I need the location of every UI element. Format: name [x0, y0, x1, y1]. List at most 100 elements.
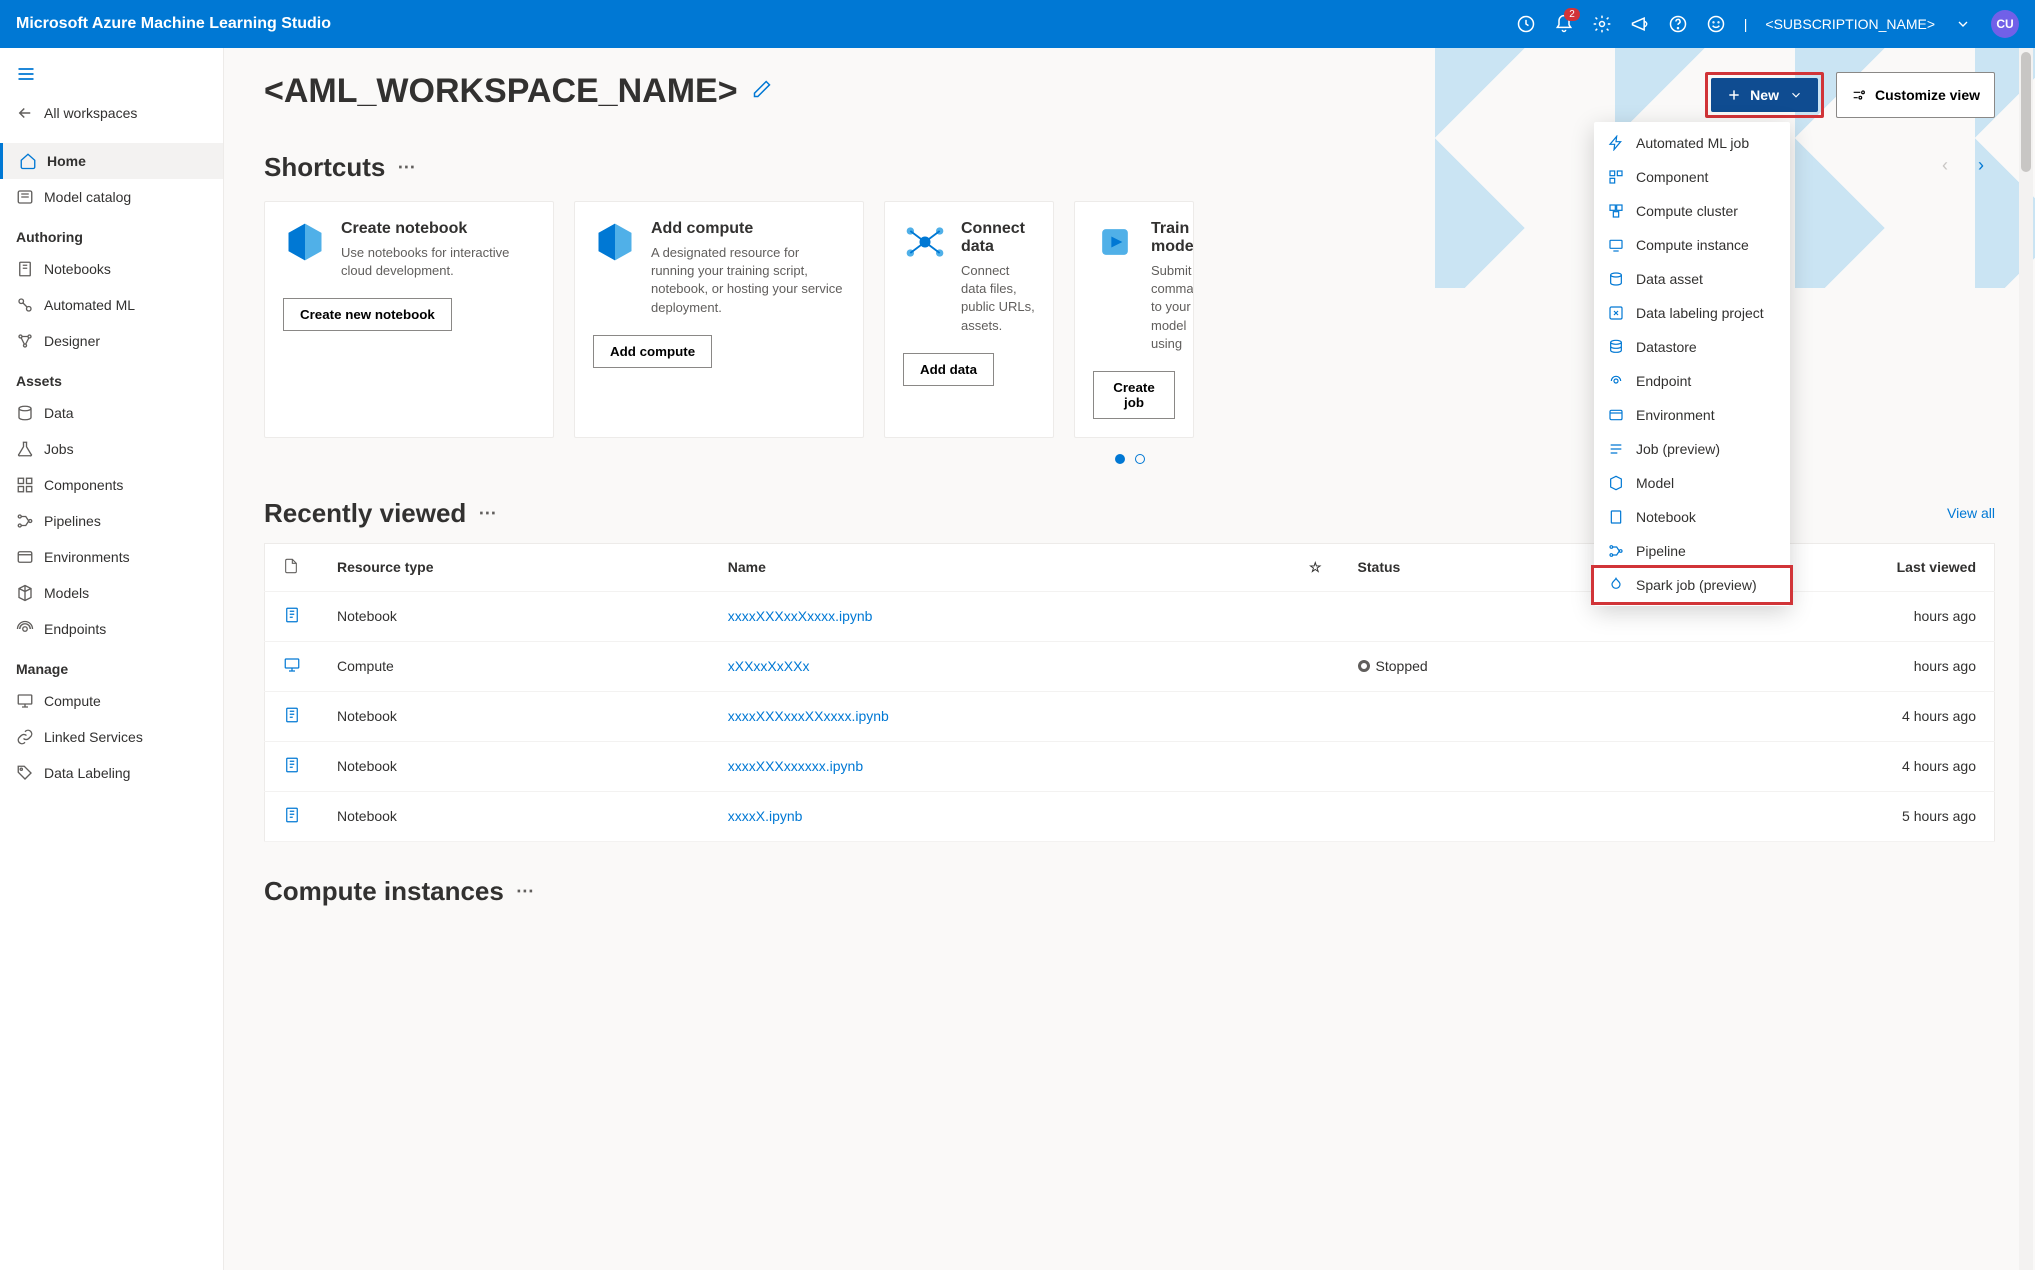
customize-view-button[interactable]: Customize view [1836, 72, 1995, 118]
dd-environment[interactable]: Environment [1594, 398, 1790, 432]
dd-compute-cluster[interactable]: Compute cluster [1594, 194, 1790, 228]
data-icon [1608, 271, 1626, 287]
card-desc: Connect data files, public URLs, assets. [961, 262, 1035, 335]
sidebar-linked-services[interactable]: Linked Services [0, 719, 223, 755]
avatar[interactable]: CU [1991, 10, 2019, 38]
data-icon [16, 404, 34, 422]
smile-icon[interactable] [1706, 14, 1726, 34]
sidebar-components[interactable]: Components [0, 467, 223, 503]
notification-badge: 2 [1564, 8, 1580, 21]
sidebar-compute[interactable]: Compute [0, 683, 223, 719]
resource-link[interactable]: xxxxXXXxxxXXxxxx.ipynb [728, 708, 889, 724]
stopped-icon [1358, 660, 1370, 672]
dd-pipeline[interactable]: Pipeline [1594, 534, 1790, 568]
customize-label: Customize view [1875, 87, 1980, 103]
sidebar-endpoints[interactable]: Endpoints [0, 611, 223, 647]
dd-model[interactable]: Model [1594, 466, 1790, 500]
resource-link[interactable]: xxxxX.ipynb [728, 808, 803, 824]
automl-icon [16, 296, 34, 314]
sidebar-designer[interactable]: Designer [0, 323, 223, 359]
view-all-link[interactable]: View all [1947, 505, 1995, 521]
bell-icon[interactable]: 2 [1554, 14, 1574, 34]
cell-status [1340, 791, 1653, 841]
dd-data-asset[interactable]: Data asset [1594, 262, 1790, 296]
pipeline-icon [16, 512, 34, 530]
sidebar-automated-ml[interactable]: Automated ML [0, 287, 223, 323]
sidebar-data[interactable]: Data [0, 395, 223, 431]
dd-component[interactable]: Component [1594, 160, 1790, 194]
sidebar-model-catalog[interactable]: Model catalog [0, 179, 223, 215]
table-row[interactable]: NotebookxxxxXXXxxxxxx.ipynb4 hours ago [265, 741, 1995, 791]
cards-prev[interactable]: ‹ [1931, 151, 1959, 179]
table-row[interactable]: Notebook xxxxXXXxxxXXxxxx.ipynb 4 hours ag… [265, 691, 1995, 741]
card-add-compute: Add computeA designated resource for run… [574, 201, 864, 438]
cell-type: Notebook [319, 691, 710, 741]
scrollbar-thumb[interactable] [2021, 52, 2031, 172]
clock-icon[interactable] [1516, 14, 1536, 34]
sidebar-item-label: Endpoints [44, 621, 106, 637]
table-row[interactable]: NotebookxxxxX.ipynb5 hours ago [265, 791, 1995, 841]
subscription-name[interactable]: <SUBSCRIPTION_NAME> [1765, 16, 1935, 32]
dd-datastore[interactable]: Datastore [1594, 330, 1790, 364]
dd-endpoint[interactable]: Endpoint [1594, 364, 1790, 398]
pipeline-icon [1608, 543, 1626, 559]
sidebar-environments[interactable]: Environments [0, 539, 223, 575]
table-row[interactable]: ComputexXXxxXxXXxStoppedhours ago [265, 641, 1995, 691]
add-compute-button[interactable]: Add compute [593, 335, 712, 368]
card-create-notebook: Create notebookUse notebooks for interac… [264, 201, 554, 438]
dd-automated-ml-job[interactable]: Automated ML job [1594, 126, 1790, 160]
new-button[interactable]: New [1711, 78, 1818, 112]
sidebar-group-assets: Assets [0, 359, 223, 395]
cell-status [1340, 691, 1653, 741]
more-icon[interactable]: ⋯ [516, 881, 534, 902]
sidebar-back-label: All workspaces [44, 105, 137, 121]
add-data-button[interactable]: Add data [903, 353, 994, 386]
dd-data-labeling[interactable]: Data labeling project [1594, 296, 1790, 330]
dd-compute-instance[interactable]: Compute instance [1594, 228, 1790, 262]
create-notebook-button[interactable]: Create new notebook [283, 298, 452, 331]
megaphone-icon[interactable] [1630, 14, 1650, 34]
chevron-down-icon[interactable] [1953, 14, 1973, 34]
sidebar-jobs[interactable]: Jobs [0, 431, 223, 467]
resource-link[interactable]: xXXxxXxXXx [728, 658, 810, 674]
sidebar-notebooks[interactable]: Notebooks [0, 251, 223, 287]
gear-icon[interactable] [1592, 14, 1612, 34]
back-all-workspaces[interactable]: All workspaces [0, 95, 223, 131]
cell-name: xxxxX.ipynb [710, 791, 1291, 841]
card-title: Train a model [1151, 220, 1194, 256]
sidebar-home[interactable]: Home [0, 143, 223, 179]
menu-toggle-icon[interactable] [0, 56, 223, 95]
dd-job[interactable]: Job (preview) [1594, 432, 1790, 466]
shortcuts-title: Shortcuts [264, 152, 385, 183]
cell-last: 4 hours ago [1653, 741, 1995, 791]
create-job-button[interactable]: Create job [1093, 371, 1175, 419]
topbar-actions: 2 | <SUBSCRIPTION_NAME> CU [1516, 10, 2019, 38]
cell-name: xxxxXXXxxxxxx.ipynb [710, 741, 1291, 791]
pager-dot-2[interactable] [1135, 454, 1145, 464]
dd-spark-job[interactable]: Spark job (preview) [1594, 568, 1790, 602]
catalog-icon [16, 188, 34, 206]
resource-link[interactable]: xxxxXXXxxxxxx.ipynb [728, 758, 863, 774]
more-icon[interactable]: ⋯ [478, 503, 496, 524]
sidebar-pipelines[interactable]: Pipelines [0, 503, 223, 539]
compute-icon [283, 656, 301, 674]
cell-last: 4 hours ago [1653, 691, 1995, 741]
instance-icon [1608, 237, 1626, 253]
pager-dot-1[interactable] [1115, 454, 1125, 464]
cards-next[interactable]: › [1967, 151, 1995, 179]
sidebar-data-labeling[interactable]: Data Labeling [0, 755, 223, 791]
cell-type: Compute [319, 641, 710, 691]
help-icon[interactable] [1668, 14, 1688, 34]
dd-notebook[interactable]: Notebook [1594, 500, 1790, 534]
card-title: Add compute [651, 220, 845, 238]
sidebar-group-manage: Manage [0, 647, 223, 683]
spark-icon [1608, 577, 1626, 593]
sidebar-item-label: Notebooks [44, 261, 111, 277]
sidebar-item-label: Automated ML [44, 297, 135, 313]
resource-link[interactable]: xxxxXXXxxXxxxx.ipynb [728, 608, 873, 624]
sidebar-models[interactable]: Models [0, 575, 223, 611]
edit-icon[interactable] [752, 79, 772, 104]
more-icon[interactable]: ⋯ [397, 157, 415, 178]
scrollbar[interactable] [2019, 48, 2033, 1270]
automl-icon [1608, 135, 1626, 151]
